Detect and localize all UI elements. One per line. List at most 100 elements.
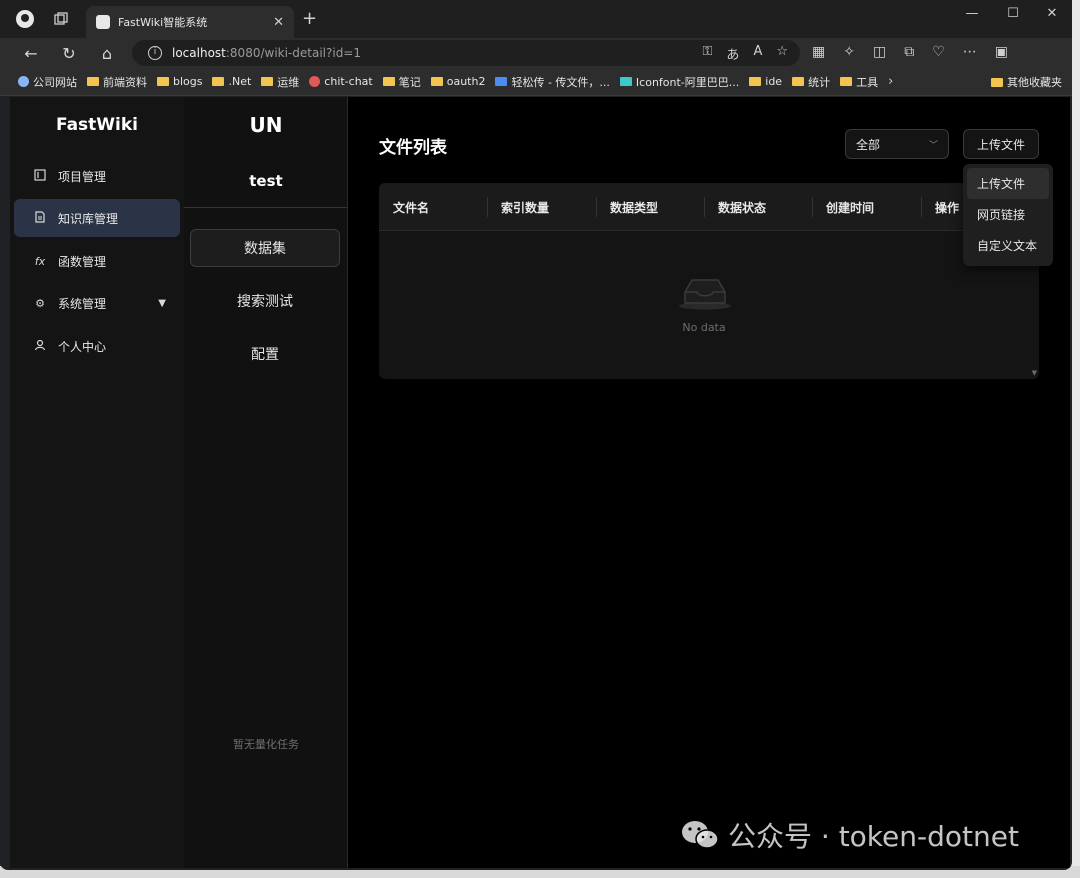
wiki-name: test [249, 172, 283, 190]
minimize-icon[interactable]: — [952, 6, 992, 21]
url-path: :8080/wiki-detail?id=1 [225, 46, 361, 60]
profile-avatar-icon[interactable] [14, 8, 36, 30]
performance-icon[interactable]: ♡ [932, 44, 945, 60]
bookmark-label: chit-chat [324, 75, 373, 88]
column-header[interactable]: 数据类型 [610, 183, 658, 231]
column-separator [921, 197, 922, 217]
main-content: 文件列表 全部 ﹀ 上传文件 文件名 索引数量 数据类型 数据状态 创建时间 操… [348, 97, 1070, 868]
bookmark-item[interactable]: chit-chat [309, 75, 373, 88]
app-root: FastWiki 项目管理 知识库管理 fx 函数管理 ⚙ 系统管理 ▼ 个人中… [10, 97, 1070, 868]
column-header[interactable]: 文件名 [393, 183, 429, 231]
column-header[interactable]: 创建时间 [826, 183, 874, 231]
file-table: 文件名 索引数量 数据类型 数据状态 创建时间 操作 No data ▼ [379, 183, 1039, 379]
bookmark-item[interactable]: ide [749, 75, 782, 88]
watermark: 公众号 · token-dotnet [680, 815, 1019, 855]
favorite-star-icon[interactable]: ☆ [776, 44, 788, 63]
globe-icon [18, 76, 29, 87]
tab-dataset[interactable]: 数据集 [190, 229, 340, 267]
translate-icon[interactable]: あ [726, 44, 739, 63]
bookmark-item[interactable]: 轻松传 - 传文件，... [495, 74, 610, 90]
menu-item-upload-file[interactable]: 上传文件 [967, 168, 1049, 199]
tab-close-icon[interactable]: ✕ [273, 15, 284, 30]
bookmark-item[interactable]: 统计 [792, 74, 830, 90]
bookmark-label: .Net [228, 75, 252, 88]
bookmark-label: 工具 [856, 75, 879, 89]
divider [184, 207, 348, 208]
bookmark-item[interactable]: 运维 [261, 74, 299, 90]
gear-icon: ⚙ [35, 296, 45, 310]
folder-icon [749, 77, 762, 86]
user-icon [34, 339, 46, 354]
iconfont-icon [619, 77, 632, 86]
sidebar-item-knowledge-base[interactable]: 知识库管理 [14, 199, 180, 237]
sidebar-item-profile[interactable]: 个人中心 [14, 327, 180, 365]
tab-search-test[interactable]: 搜索测试 [190, 282, 340, 320]
column-header[interactable]: 数据状态 [718, 183, 766, 231]
column-header[interactable]: 索引数量 [501, 183, 549, 231]
folder-icon [87, 77, 99, 86]
folder-icon [157, 77, 169, 86]
browser-tab[interactable]: FastWiki智能系统 ✕ [86, 6, 294, 38]
function-icon: fx [34, 254, 46, 268]
empty-inbox-icon [679, 279, 731, 310]
app-logo: FastWiki [55, 115, 139, 135]
column-separator [704, 197, 705, 217]
sidebar-item-system[interactable]: ⚙ 系统管理 ▼ [14, 284, 180, 322]
home-icon[interactable]: ⌂ [96, 42, 118, 64]
upload-file-button[interactable]: 上传文件 [963, 129, 1039, 159]
bookmark-item[interactable]: 笔记 [382, 74, 421, 90]
workspaces-icon[interactable] [50, 8, 72, 30]
sidebar-item-project[interactable]: 项目管理 [14, 157, 180, 195]
more-menu-icon[interactable]: ⋯ [963, 44, 977, 60]
scroll-down-icon[interactable]: ▼ [1032, 369, 1037, 377]
maximize-icon[interactable]: ☐ [993, 6, 1033, 21]
site-info-icon[interactable]: i [148, 46, 162, 60]
menu-item-web-link[interactable]: 网页链接 [967, 199, 1049, 230]
url-host: localhost [172, 46, 226, 60]
bookmark-item[interactable]: oauth2 [430, 75, 485, 88]
bookmark-label: 前端资料 [103, 75, 147, 89]
bookmark-label: blogs [173, 75, 203, 88]
back-icon[interactable]: ← [20, 42, 42, 64]
bookmark-item[interactable]: 前端资料 [87, 74, 147, 90]
bookmark-label: 统计 [808, 75, 831, 89]
bookmark-item[interactable]: .Net [212, 75, 251, 88]
refresh-icon[interactable]: ↻ [58, 42, 80, 64]
bookmark-label: Iconfont-阿里巴巴... [635, 75, 740, 89]
sidebar-item-label: 项目管理 [58, 169, 107, 184]
chevron-down-icon: ﹀ [928, 141, 938, 151]
sidebar-item-label: 函数管理 [58, 254, 107, 269]
other-bookmarks-label: 其他收藏夹 [1007, 76, 1062, 89]
bookmark-item[interactable]: blogs [157, 75, 202, 88]
window-close-icon[interactable]: ✕ [1032, 6, 1072, 21]
other-bookmarks[interactable]: 其他收藏夹 [991, 74, 1062, 90]
wechat-logo-icon [682, 821, 719, 849]
split-screen-icon[interactable]: ◫ [873, 44, 886, 60]
sidebar: FastWiki 项目管理 知识库管理 fx 函数管理 ⚙ 系统管理 ▼ 个人中… [10, 97, 184, 868]
wiki-detail-panel: UN test 数据集 搜索测试 配置 暂无量化任务 [184, 97, 348, 868]
sidebar-item-label: 个人中心 [58, 339, 107, 354]
menu-item-custom-text[interactable]: 自定义文本 [967, 230, 1049, 261]
folder-icon [430, 77, 443, 86]
sidebar-toggle-icon[interactable]: ▣ [995, 44, 1008, 60]
bookmark-item[interactable]: 工具 [840, 74, 878, 90]
collections-icon[interactable]: ⧉ [904, 44, 914, 60]
qr-code-icon[interactable]: ▦ [812, 44, 825, 60]
column-header[interactable]: 操作 [935, 183, 959, 231]
bookmark-label: 轻松传 - 传文件，... [511, 75, 610, 89]
bookmark-item[interactable]: Iconfont-阿里巴巴... [619, 74, 740, 90]
status-filter-select[interactable]: 全部 ﹀ [845, 129, 949, 159]
watermark-text: 公众号 · token-dotnet [728, 820, 1019, 853]
bookmarks-overflow-chevron-icon[interactable]: › [888, 74, 893, 89]
read-aloud-icon[interactable]: A [753, 44, 762, 63]
folder-icon [261, 77, 274, 86]
sidebar-item-functions[interactable]: fx 函数管理 [14, 242, 180, 280]
quantization-empty-text: 暂无量化任务 [233, 738, 299, 751]
tab-config[interactable]: 配置 [190, 335, 340, 373]
new-tab-icon[interactable]: + [302, 8, 317, 29]
key-icon[interactable]: ⚿ [703, 44, 713, 63]
bookmark-item[interactable]: 公司网站 [18, 74, 77, 90]
url-input[interactable]: i localhost :8080/wiki-detail?id=1 ⚿ あ A… [132, 40, 800, 66]
extensions-icon[interactable]: ✧ [843, 44, 855, 60]
folder-icon [991, 77, 1003, 87]
